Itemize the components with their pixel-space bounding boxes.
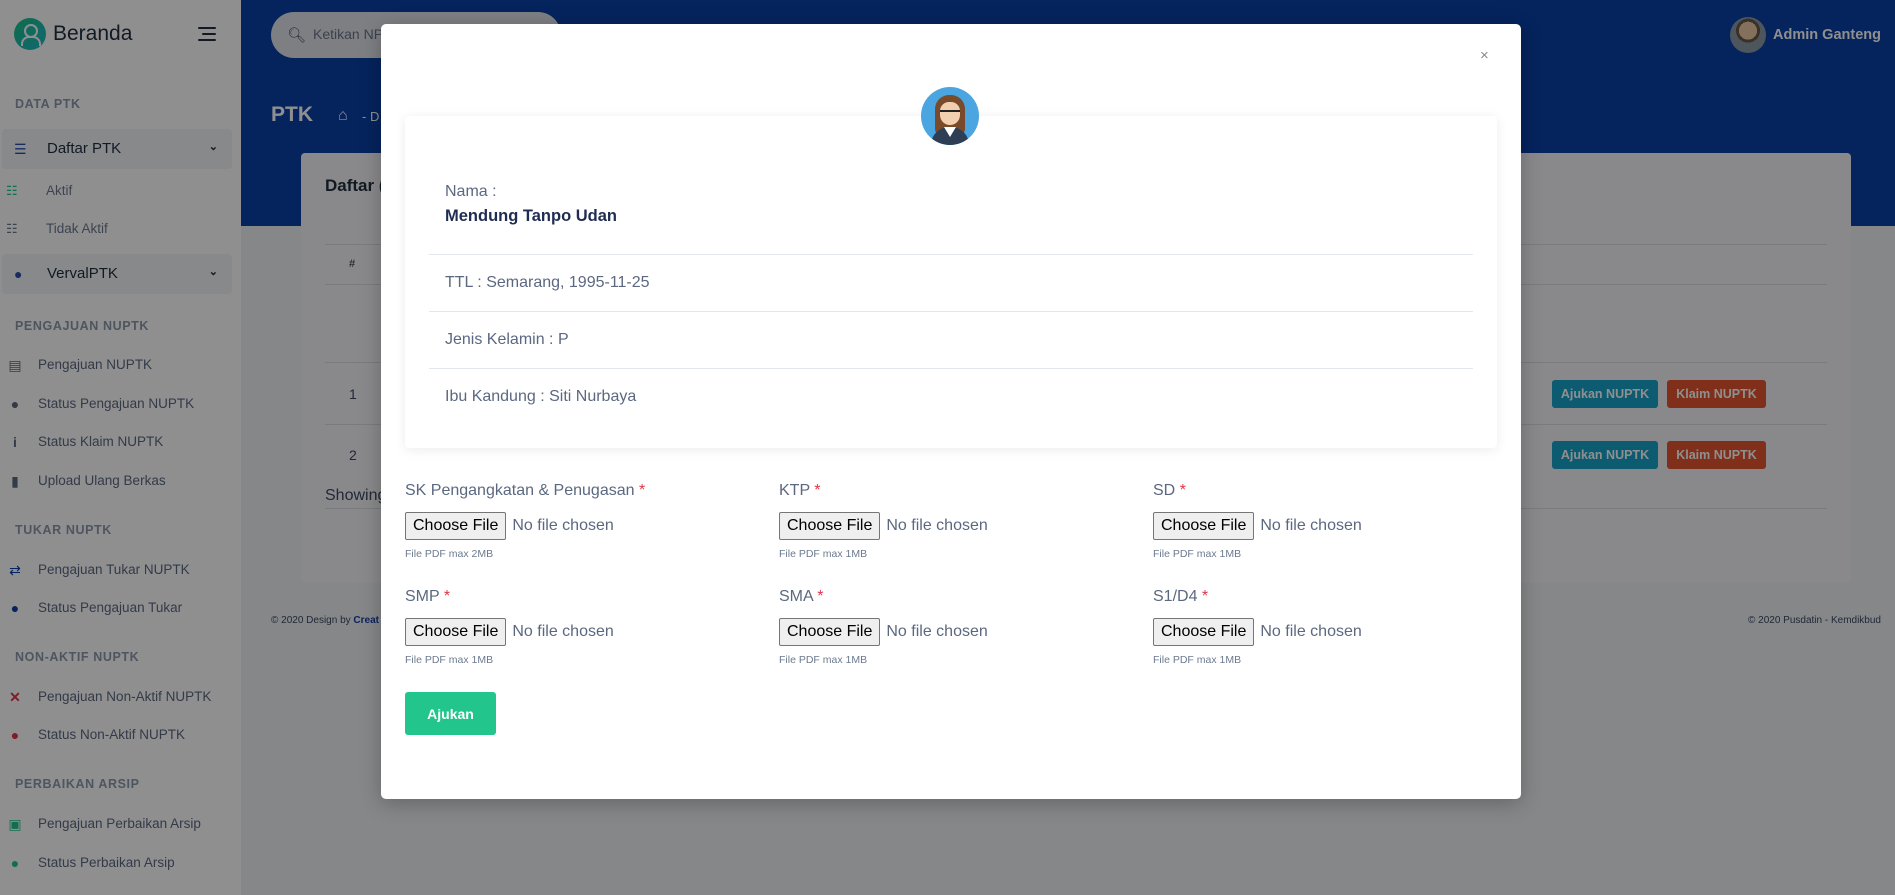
choose-file-button[interactable]: Choose File bbox=[779, 512, 881, 540]
ibu-kandung-text: Ibu Kandung : Siti Nurbaya bbox=[445, 388, 637, 405]
sma-label: SMA * bbox=[779, 588, 823, 606]
ktp-file-input[interactable]: Choose File No file chosen bbox=[779, 512, 988, 540]
required-mark: * bbox=[1179, 482, 1186, 499]
file-hint: File PDF max 1MB bbox=[779, 548, 868, 560]
file-status: No file chosen bbox=[512, 517, 614, 534]
file-hint: File PDF max 1MB bbox=[779, 654, 868, 666]
choose-file-button[interactable]: Choose File bbox=[405, 512, 507, 540]
divider bbox=[429, 254, 1473, 255]
file-hint: File PDF max 1MB bbox=[1153, 548, 1242, 560]
nama-value: Mendung Tanpo Udan bbox=[445, 207, 618, 225]
required-mark: * bbox=[443, 588, 451, 605]
file-status: No file chosen bbox=[1260, 517, 1362, 534]
sk-label: SK Pengangkatan & Penugasan * bbox=[405, 482, 645, 500]
sma-file-input[interactable]: Choose File No file chosen bbox=[779, 618, 988, 646]
avatar bbox=[921, 87, 979, 145]
field-label-text: KTP bbox=[779, 482, 810, 499]
smp-label: SMP * bbox=[405, 588, 450, 606]
s1-file-input[interactable]: Choose File No file chosen bbox=[1153, 618, 1362, 646]
choose-file-button[interactable]: Choose File bbox=[1153, 512, 1255, 540]
field-label-text: SMA bbox=[779, 588, 813, 605]
s1-label: S1/D4 * bbox=[1153, 588, 1208, 606]
file-status: No file chosen bbox=[886, 623, 988, 640]
close-icon[interactable]: × bbox=[1480, 47, 1489, 64]
jenis-kelamin-text: Jenis Kelamin : P bbox=[445, 331, 569, 348]
file-status: No file chosen bbox=[886, 517, 988, 534]
file-status: No file chosen bbox=[1260, 623, 1362, 640]
choose-file-button[interactable]: Choose File bbox=[1153, 618, 1255, 646]
required-mark: * bbox=[1201, 588, 1209, 605]
sk-file-input[interactable]: Choose File No file chosen bbox=[405, 512, 614, 540]
sd-label: SD * bbox=[1153, 482, 1186, 500]
choose-file-button[interactable]: Choose File bbox=[779, 618, 881, 646]
field-label-text: SK Pengangkatan & Penugasan bbox=[405, 482, 635, 499]
field-label-text: SD bbox=[1153, 482, 1176, 499]
divider bbox=[429, 368, 1473, 369]
ajukan-submit-button[interactable]: Ajukan bbox=[405, 692, 496, 735]
nama-label: Nama : bbox=[445, 183, 497, 200]
required-mark: * bbox=[638, 482, 646, 499]
file-hint: File PDF max 1MB bbox=[405, 654, 494, 666]
smp-file-input[interactable]: Choose File No file chosen bbox=[405, 618, 614, 646]
field-label-text: S1/D4 bbox=[1153, 588, 1198, 605]
file-hint: File PDF max 2MB bbox=[405, 548, 494, 560]
field-label-text: SMP bbox=[405, 588, 440, 605]
required-mark: * bbox=[814, 482, 821, 499]
sd-file-input[interactable]: Choose File No file chosen bbox=[1153, 512, 1362, 540]
file-hint: File PDF max 1MB bbox=[1153, 654, 1242, 666]
ttl-text: TTL : Semarang, 1995-11-25 bbox=[445, 274, 650, 291]
file-status: No file chosen bbox=[512, 623, 614, 640]
choose-file-button[interactable]: Choose File bbox=[405, 618, 507, 646]
required-mark: * bbox=[817, 588, 824, 605]
ktp-label: KTP * bbox=[779, 482, 821, 500]
divider bbox=[429, 311, 1473, 312]
